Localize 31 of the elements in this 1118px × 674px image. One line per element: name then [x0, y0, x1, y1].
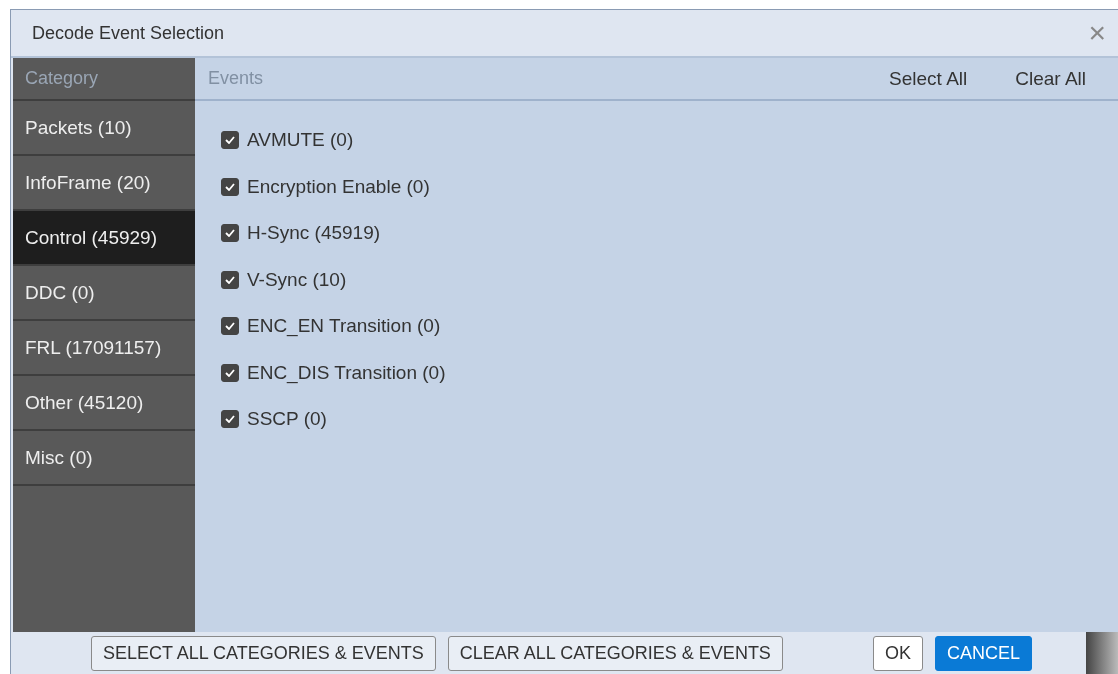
- clear-all-categories-button[interactable]: CLEAR ALL CATEGORIES & EVENTS: [447, 635, 783, 671]
- event-label: H-Sync (45919): [247, 222, 381, 245]
- checkbox[interactable]: [221, 224, 239, 243]
- event-label: ENC_EN Transition (0): [247, 315, 441, 338]
- checkbox[interactable]: [221, 131, 239, 150]
- window-title: Decode Event Selection: [32, 22, 225, 44]
- check-icon: [225, 368, 235, 377]
- event-label: ENC_DIS Transition (0): [247, 361, 446, 384]
- category-item[interactable]: Control (45929): [13, 211, 195, 266]
- check-icon: [225, 415, 235, 424]
- cancel-button[interactable]: CANCEL: [934, 635, 1032, 671]
- event-label: Encryption Enable (0): [247, 175, 430, 198]
- check-icon: [225, 136, 235, 145]
- check-icon: [225, 229, 235, 238]
- check-icon: [225, 275, 235, 284]
- event-label: AVMUTE (0): [247, 129, 354, 152]
- ok-button[interactable]: OK: [872, 635, 923, 671]
- select-all-categories-button[interactable]: SELECT ALL CATEGORIES & EVENTS: [91, 635, 436, 671]
- event-label: SSCP (0): [247, 408, 327, 431]
- check-icon: [225, 182, 235, 191]
- checkbox[interactable]: [221, 317, 239, 336]
- select-all-button[interactable]: Select All: [889, 67, 968, 90]
- checkbox[interactable]: [221, 363, 239, 382]
- checkbox[interactable]: [221, 410, 239, 429]
- event-label: V-Sync (10): [247, 268, 347, 291]
- clear-all-button[interactable]: Clear All: [1015, 67, 1086, 90]
- checkbox[interactable]: [221, 177, 239, 196]
- check-icon: [225, 322, 235, 331]
- window-edge: [1086, 632, 1118, 674]
- events-header: Events: [208, 68, 265, 89]
- checkbox[interactable]: [221, 270, 239, 289]
